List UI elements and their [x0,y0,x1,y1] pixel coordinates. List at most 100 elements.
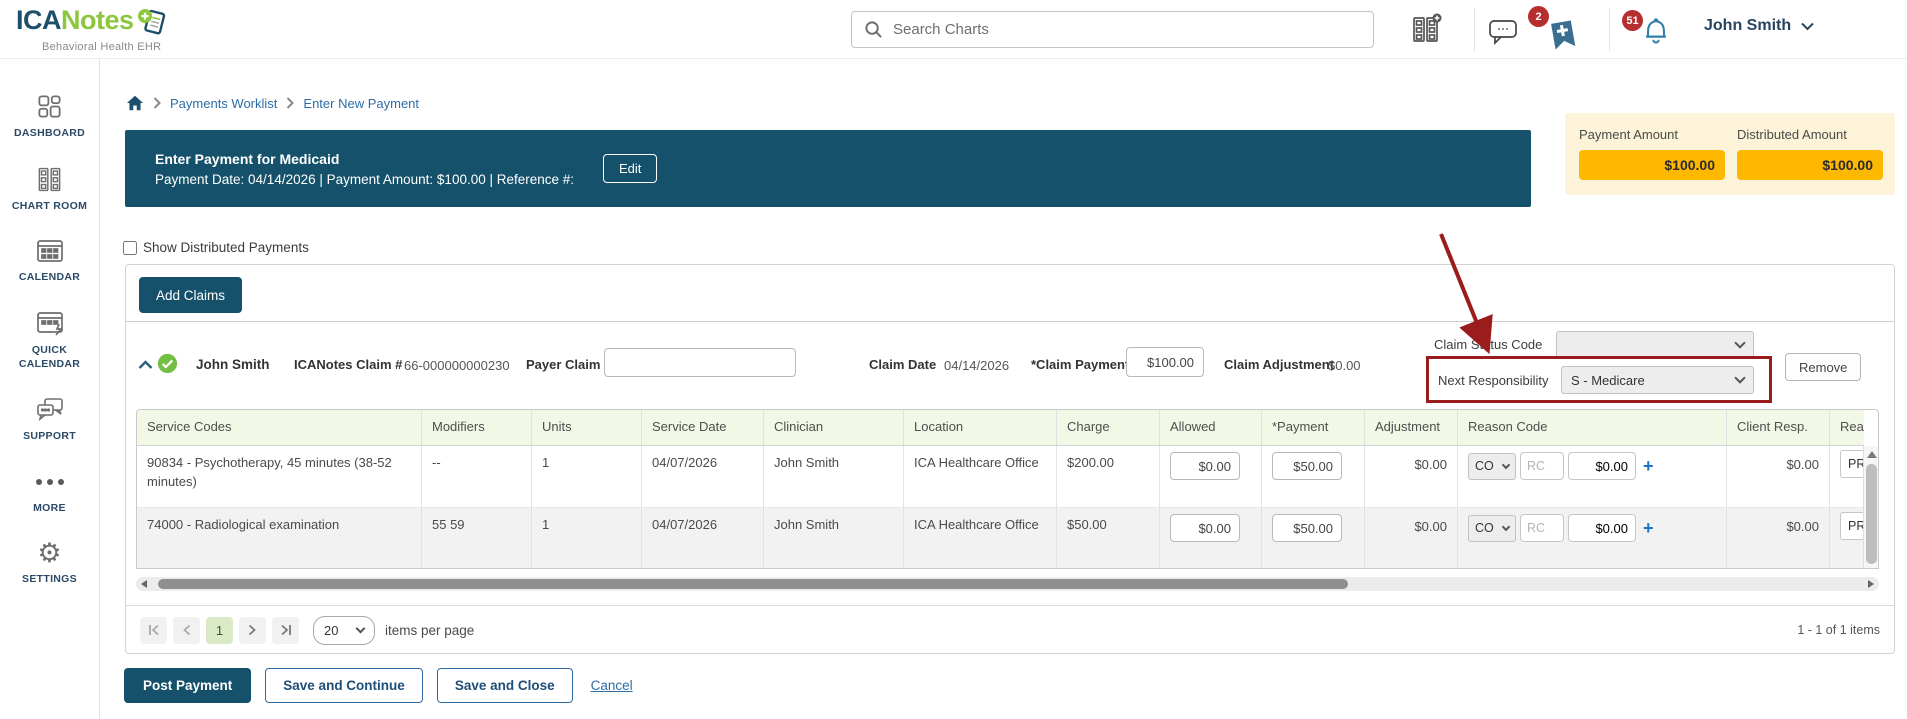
add-reason-button[interactable]: + [1643,519,1654,537]
sidebar-item-calendar[interactable]: CALENDAR [7,238,93,285]
col-client-resp: Client Resp. [1727,410,1830,445]
add-reason-button[interactable]: + [1643,457,1654,475]
chevron-down-icon [1734,372,1745,383]
show-distributed-payments-toggle[interactable]: Show Distributed Payments [123,240,309,255]
reason2-group-select[interactable]: PR [1840,450,1864,478]
remove-claim-button[interactable]: Remove [1785,353,1861,381]
chart-cabinet-add-icon[interactable] [1410,13,1442,50]
user-menu[interactable]: John Smith [1704,17,1814,35]
adjustment-cell: $0.00 [1365,446,1458,507]
units-cell: 1 [532,446,642,507]
app-header: ICANotes Behavioral Health EHR 2 [0,0,1907,59]
col-service-date: Service Date [642,410,764,445]
scroll-up-icon[interactable] [1867,451,1877,458]
icanotes-claim-value: 66-000000000230 [404,358,510,373]
claim-status-code-select[interactable] [1556,331,1754,358]
next-page-button[interactable] [239,617,266,644]
table-horizontal-scrollbar[interactable] [136,577,1879,591]
page-1-button[interactable]: 1 [206,617,233,644]
claim-payment-input[interactable] [1126,347,1204,377]
chevron-down-icon [1502,522,1510,530]
notifications-bell-icon[interactable]: 51 [1640,14,1672,51]
vertical-scroll-thumb[interactable] [1866,464,1877,564]
show-distributed-checkbox[interactable] [123,241,137,255]
client-resp-cell: $0.00 [1727,508,1830,569]
distributed-amount-label: Distributed Amount [1737,127,1883,142]
add-patient-bookmark-icon[interactable]: 2 [1544,16,1582,55]
search-charts-box [851,11,1374,48]
sidebar-item-more[interactable]: MORE [7,469,93,516]
horizontal-scroll-thumb[interactable] [158,579,1348,589]
footer-actions: Post Payment Save and Continue Save and … [124,668,633,703]
edit-payment-button[interactable]: Edit [603,154,657,183]
logo-text: ICANotes [16,7,134,34]
reason-code-input[interactable] [1520,514,1564,542]
collapse-claim-icon[interactable] [138,357,153,375]
search-icon [864,20,883,39]
scroll-left-icon[interactable] [141,580,147,588]
save-and-close-button[interactable]: Save and Close [437,668,573,703]
col-adjustment: Adjustment [1365,410,1458,445]
reason-amount-input[interactable] [1568,452,1636,480]
table-header-row: Service Codes Modifiers Units Service Da… [137,410,1864,446]
reason-group-select[interactable]: CO [1468,515,1516,542]
settings-gear-icon: ⚙ [37,540,61,566]
breadcrumb-payments-worklist[interactable]: Payments Worklist [170,96,277,111]
header-divider [1474,8,1475,51]
claim-adjustment-value: $0.00 [1328,358,1361,373]
next-responsibility-select[interactable]: S - Medicare [1561,366,1754,394]
reason-amount-input[interactable] [1568,514,1636,542]
chart-room-icon [36,166,63,193]
logo-document-plus-icon [136,7,170,39]
service-date-cell: 04/07/2026 [642,446,764,507]
breadcrumb-enter-new-payment[interactable]: Enter New Payment [303,96,419,111]
sidebar-item-support[interactable]: SUPPORT [7,396,93,444]
save-and-continue-button[interactable]: Save and Continue [265,668,423,703]
sidebar-item-settings[interactable]: ⚙ SETTINGS [7,540,93,587]
service-row-radiological: 74000 - Radiological examination 55 59 1… [137,508,1864,569]
sidebar-item-chart-room[interactable]: CHART ROOM [7,166,93,214]
sidebar-item-quick-calendar[interactable]: QUICK CALENDAR [7,310,93,371]
messages-badge: 2 [1528,6,1549,27]
add-claims-button[interactable]: Add Claims [139,277,242,313]
quick-calendar-icon [36,310,64,337]
payment-input[interactable] [1272,452,1342,480]
allowed-input[interactable] [1170,514,1240,542]
cancel-link[interactable]: Cancel [591,678,633,693]
post-payment-button[interactable]: Post Payment [124,668,251,703]
modifiers-cell: -- [422,446,532,507]
payer-claim-input[interactable] [604,348,796,377]
chevron-down-icon [1502,460,1510,468]
reason-group-select[interactable]: CO [1468,453,1516,480]
payment-input[interactable] [1272,514,1342,542]
notifications-badge: 51 [1622,10,1643,31]
claim-date-label: Claim Date [869,357,936,372]
previous-page-button[interactable] [173,617,200,644]
calendar-icon [36,238,64,264]
sidebar-item-dashboard[interactable]: DASHBOARD [7,93,93,141]
messages-icon[interactable] [1488,18,1518,51]
table-vertical-scrollbar[interactable] [1863,446,1878,569]
reason-code-input[interactable] [1520,452,1564,480]
breadcrumb-separator-icon [286,97,294,109]
chevron-down-icon [356,623,366,633]
icanotes-claim-label: ICANotes Claim # [294,357,402,372]
search-input[interactable] [893,21,1361,38]
col-service-codes: Service Codes [137,410,422,445]
next-responsibility-label: Next Responsibility [1438,373,1549,388]
last-page-button[interactable] [272,617,299,644]
allowed-input[interactable] [1170,452,1240,480]
reason2-group-select[interactable]: PR [1840,512,1864,540]
col-modifiers: Modifiers [422,410,532,445]
scroll-right-icon[interactable] [1868,580,1874,588]
breadcrumb-separator-icon [153,97,161,109]
home-icon[interactable] [126,95,144,111]
app-logo: ICANotes Behavioral Health EHR [16,7,170,53]
first-page-button[interactable] [140,617,167,644]
claim-adjustment-label: Claim Adjustment [1224,357,1334,372]
page-size-select[interactable]: 20 [313,616,375,645]
user-name: John Smith [1704,17,1791,35]
modifiers-cell: 55 59 [422,508,532,569]
claim-status-code-label: Claim Status Code [1434,337,1542,352]
amounts-summary-panel: Payment Amount $100.00 Distributed Amoun… [1565,113,1895,195]
